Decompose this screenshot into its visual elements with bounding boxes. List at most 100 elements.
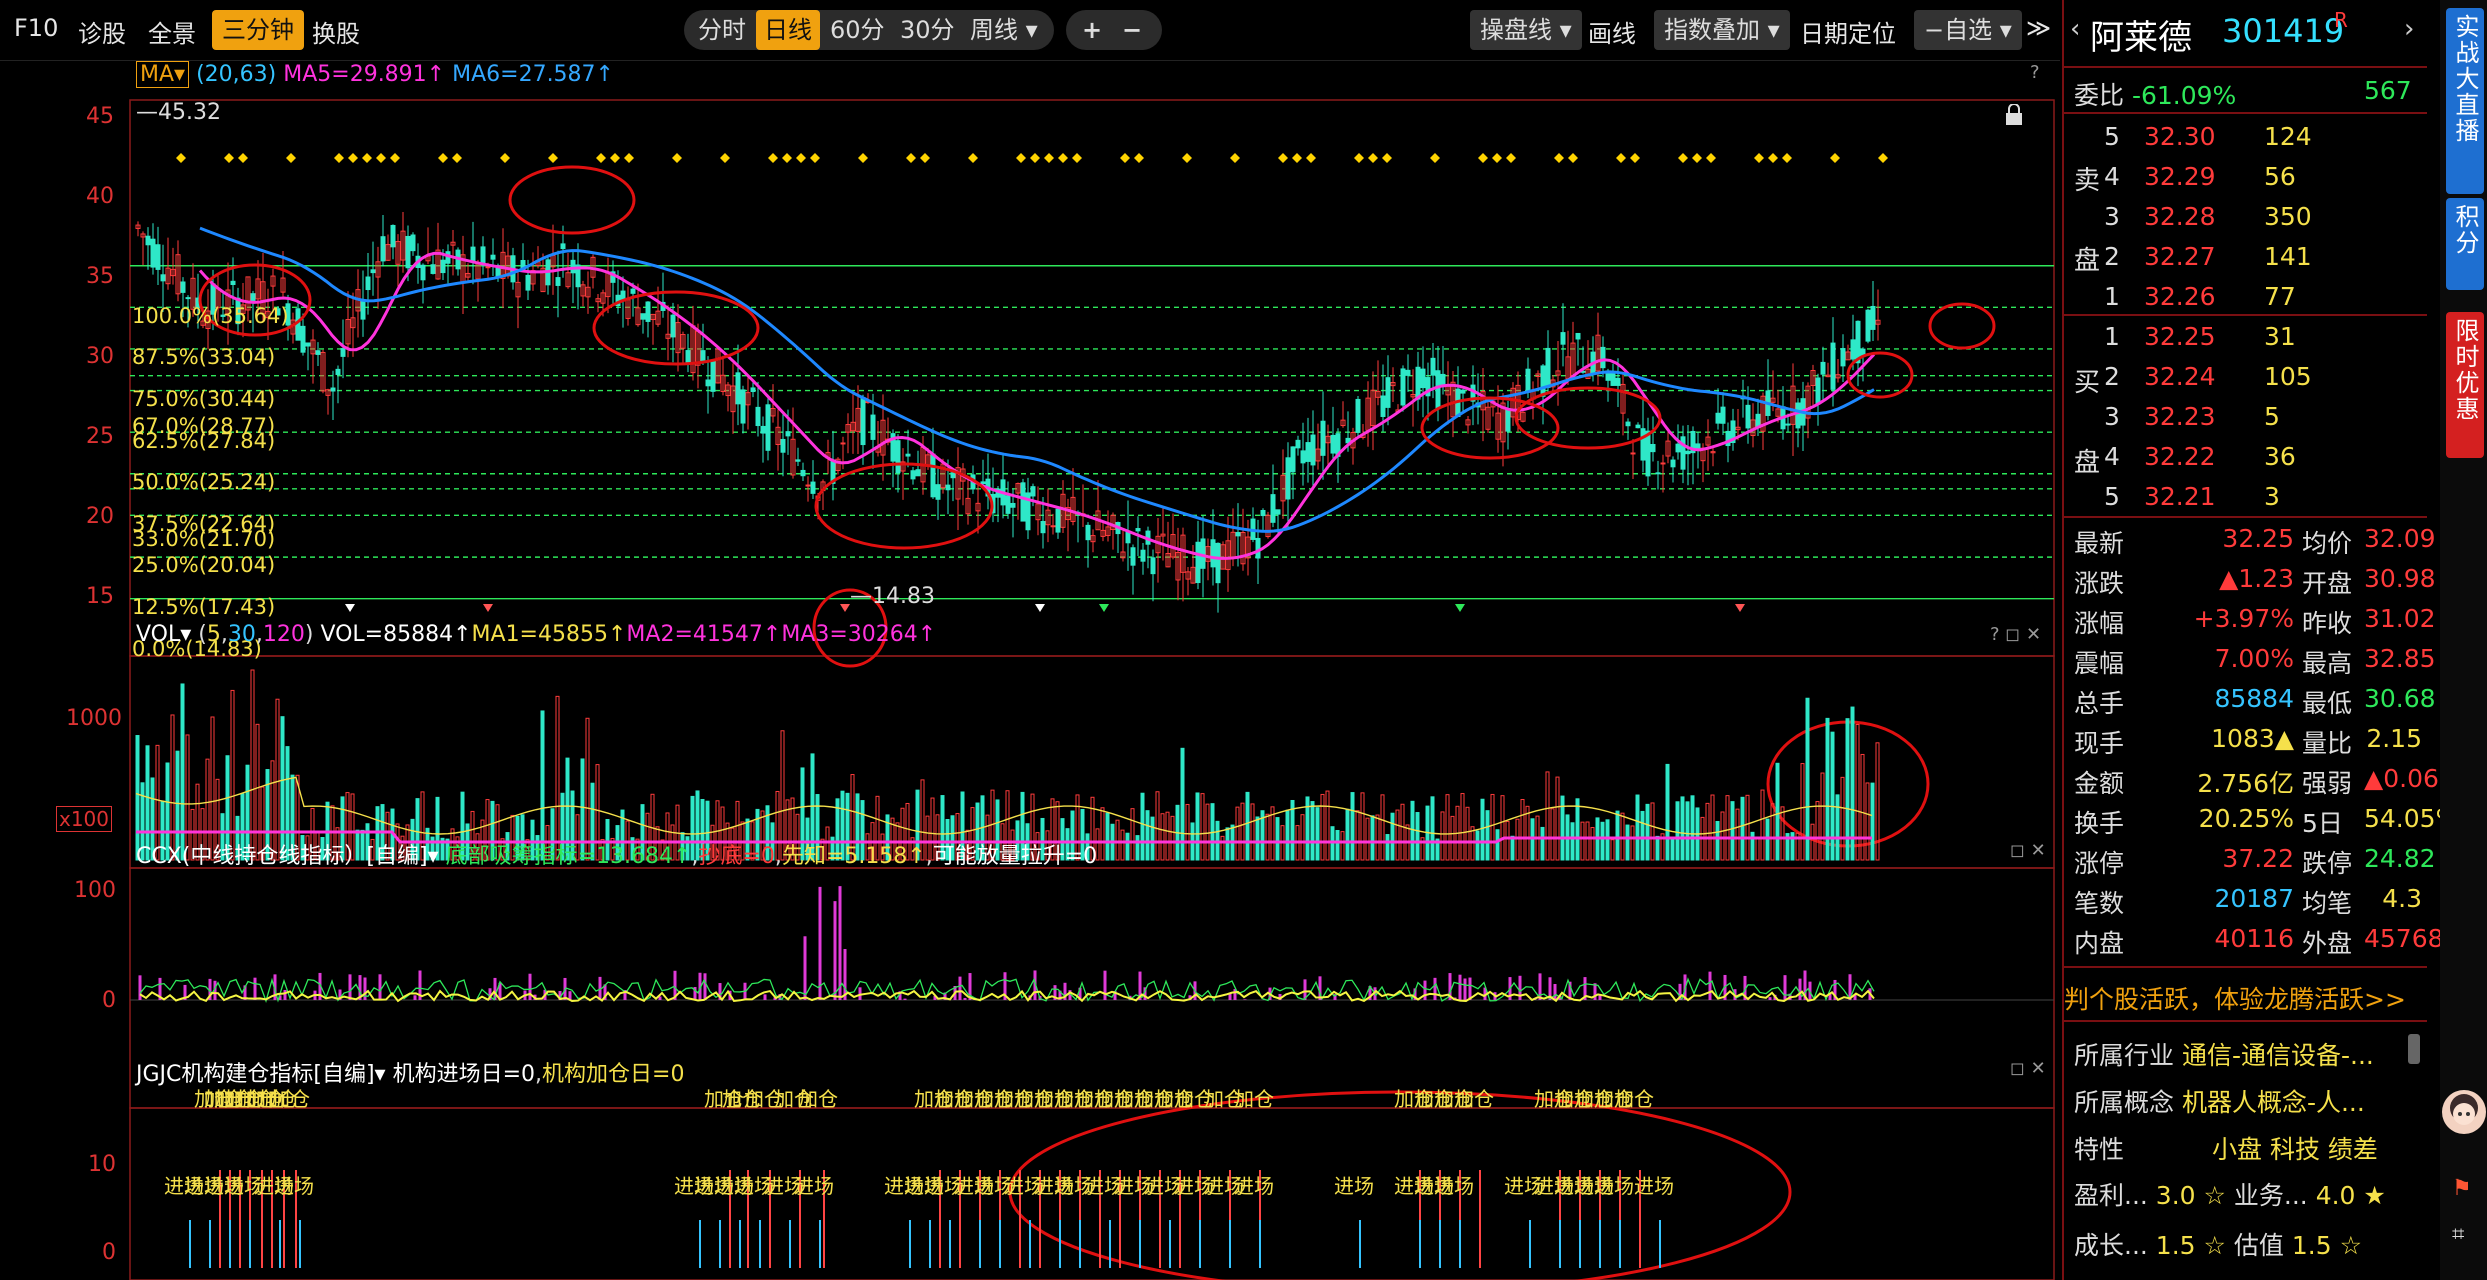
feature-tag: 小盘 <box>2211 1135 2262 1164</box>
trade-line-button[interactable]: 操盘线 ▾ <box>1470 10 1582 50</box>
live-tab[interactable]: 实战大直播 <box>2446 8 2484 194</box>
signal-diamond <box>768 153 778 163</box>
ccx-header: CCX(中线持仓线指标）[自编]▾ 底部吸筹指标=13.684↑,抄底=0,先知… <box>136 844 1098 869</box>
index-overlay-button[interactable]: 指数叠加 ▾ <box>1654 10 1790 50</box>
industry-row[interactable]: 所属行业 通信-通信设备-... <box>2074 1036 2374 1072</box>
promo-tab[interactable]: 限时优惠 <box>2446 312 2484 458</box>
concept-row[interactable]: 所属概念 机器人概念-人... <box>2074 1083 2365 1119</box>
fullview-button[interactable]: 全景 <box>148 14 196 49</box>
sell-label: 卖 <box>2074 166 2101 196</box>
draw-line-button[interactable]: 画线 <box>1588 14 1636 49</box>
candle-body <box>740 389 746 424</box>
panel-controls-icon[interactable]: ? ◻ ✕ <box>1990 624 2041 645</box>
scrollbar-thumb[interactable] <box>2408 1034 2420 1064</box>
f10-button[interactable]: F10 <box>14 14 58 42</box>
zoom-in-button[interactable]: + <box>1082 10 1102 50</box>
candle-body <box>1040 521 1046 534</box>
ma-params: (20,63) <box>196 62 277 87</box>
volume-bar <box>1475 830 1480 861</box>
fib-label: 87.5%(33.04) <box>132 345 276 370</box>
buy-label: 盘 <box>2074 448 2101 478</box>
candle-body <box>1195 541 1201 584</box>
vol-param: 5 <box>206 622 221 647</box>
points-tab[interactable]: 积分 <box>2446 198 2484 290</box>
period-tab-fenshi[interactable]: 分时 <box>698 10 746 50</box>
zoom-out-button[interactable]: − <box>1122 10 1142 50</box>
volume-bar <box>1870 782 1875 861</box>
vol-selector[interactable]: VOL▾ <box>136 622 191 647</box>
candle-body <box>735 372 741 405</box>
panel-controls-icon[interactable]: ◻ ✕ <box>2010 840 2046 861</box>
volume-bar <box>1520 799 1525 861</box>
candle-body <box>805 484 811 487</box>
quote-label: 涨停 <box>2074 849 2125 878</box>
period-tab-weekly[interactable]: 周线 ▾ <box>970 10 1038 50</box>
signal-arrow <box>1735 604 1745 612</box>
signal-diamond <box>376 153 386 163</box>
flag-icon[interactable]: ⚑ <box>2452 1176 2472 1201</box>
period-tab-30min[interactable]: 30分 <box>900 10 955 50</box>
quote-label: 震幅 <box>2074 649 2125 678</box>
candle-body <box>1865 309 1871 342</box>
ccx-selector[interactable]: CCX(中线持仓线指标）[自编]▾ <box>136 844 439 869</box>
candle-body <box>490 254 496 260</box>
annotation-circle <box>1928 302 1996 350</box>
next-stock-icon[interactable]: › <box>2404 14 2414 44</box>
period-tab-daily[interactable]: 日线 <box>756 10 820 50</box>
quote-label: 涨幅 <box>2074 609 2125 638</box>
prev-stock-icon[interactable]: ‹ <box>2070 14 2080 44</box>
industry-label: 所属行业 <box>2074 1041 2175 1070</box>
diagnose-button[interactable]: 诊股 <box>78 14 126 49</box>
promo-link[interactable]: 判个股活跃，体验龙腾活跃>> <box>2064 980 2406 1016</box>
candle-body <box>1540 365 1546 397</box>
ask-level: 5 <box>2104 122 2120 151</box>
candle-body <box>1850 339 1856 360</box>
ma5-value: MA5=29.891↑ <box>283 62 446 87</box>
concept-label: 所属概念 <box>2074 1088 2175 1117</box>
signal-diamond <box>1292 153 1302 163</box>
candle-body <box>1010 502 1016 508</box>
chart-area[interactable]: MA▾ (20,63) MA5=29.891↑ MA6=27.587↑ ? 45… <box>0 60 2060 1280</box>
candle-body <box>1435 370 1441 409</box>
volume-bar <box>1865 782 1870 861</box>
jgjc-enter-label: 进场 <box>1334 1174 1374 1198</box>
candle-body <box>1130 547 1136 566</box>
assistant-avatar[interactable] <box>2442 1090 2486 1134</box>
top-toolbar: F10 诊股 全景 三分钟 换股 分时 日线 60分 30分 周线 ▾ + − … <box>0 0 2060 61</box>
swap-stock-button[interactable]: 换股 <box>312 14 360 49</box>
rating-label: 估值 <box>2233 1231 2284 1260</box>
quote-label: 均价 <box>2302 529 2353 558</box>
three-minute-button[interactable]: 三分钟 <box>212 10 304 50</box>
rating-value: 1.5 <box>2291 1231 2332 1260</box>
industry-value: 通信-通信设备-... <box>2181 1041 2374 1070</box>
lock-icon[interactable] <box>2004 103 2024 126</box>
volume-bar <box>1665 763 1670 861</box>
period-tab-60min[interactable]: 60分 <box>830 10 885 50</box>
candle-body <box>410 234 416 252</box>
candle-body <box>1285 457 1291 500</box>
volume-bar <box>555 695 560 861</box>
quote-label: 最低 <box>2302 689 2353 718</box>
candle-body <box>895 440 901 474</box>
volume-bar <box>1555 776 1560 861</box>
bid-level: 1 <box>2104 322 2120 351</box>
vol-header: VOL▾ (5,30,120) VOL=85884↑MA1=45855↑MA2=… <box>136 622 937 647</box>
ccx-xianzhi-value: 先知=5.158↑ <box>781 844 926 869</box>
self-select-button[interactable]: −自选 ▾ <box>1914 10 2022 50</box>
help-icon[interactable]: ? <box>2030 62 2040 83</box>
panel-controls-icon[interactable]: ◻ ✕ <box>2010 1058 2046 1079</box>
volume-bar <box>1380 794 1385 861</box>
volume-bar <box>1575 798 1580 861</box>
expand-icon[interactable]: ≫ <box>2026 14 2051 42</box>
crop-icon[interactable]: ⌗ <box>2452 1222 2464 1247</box>
divider <box>2064 314 2427 316</box>
ma-selector[interactable]: MA▾ <box>136 61 190 88</box>
candle-body <box>1610 371 1616 386</box>
signal-diamond <box>920 153 930 163</box>
date-locate-button[interactable]: 日期定位 <box>1800 14 1896 49</box>
candle-body <box>1525 368 1531 392</box>
signal-diamond <box>1278 153 1288 163</box>
volume-bar <box>1585 821 1590 861</box>
candle-body <box>1310 434 1316 466</box>
candle-body <box>1275 509 1281 515</box>
